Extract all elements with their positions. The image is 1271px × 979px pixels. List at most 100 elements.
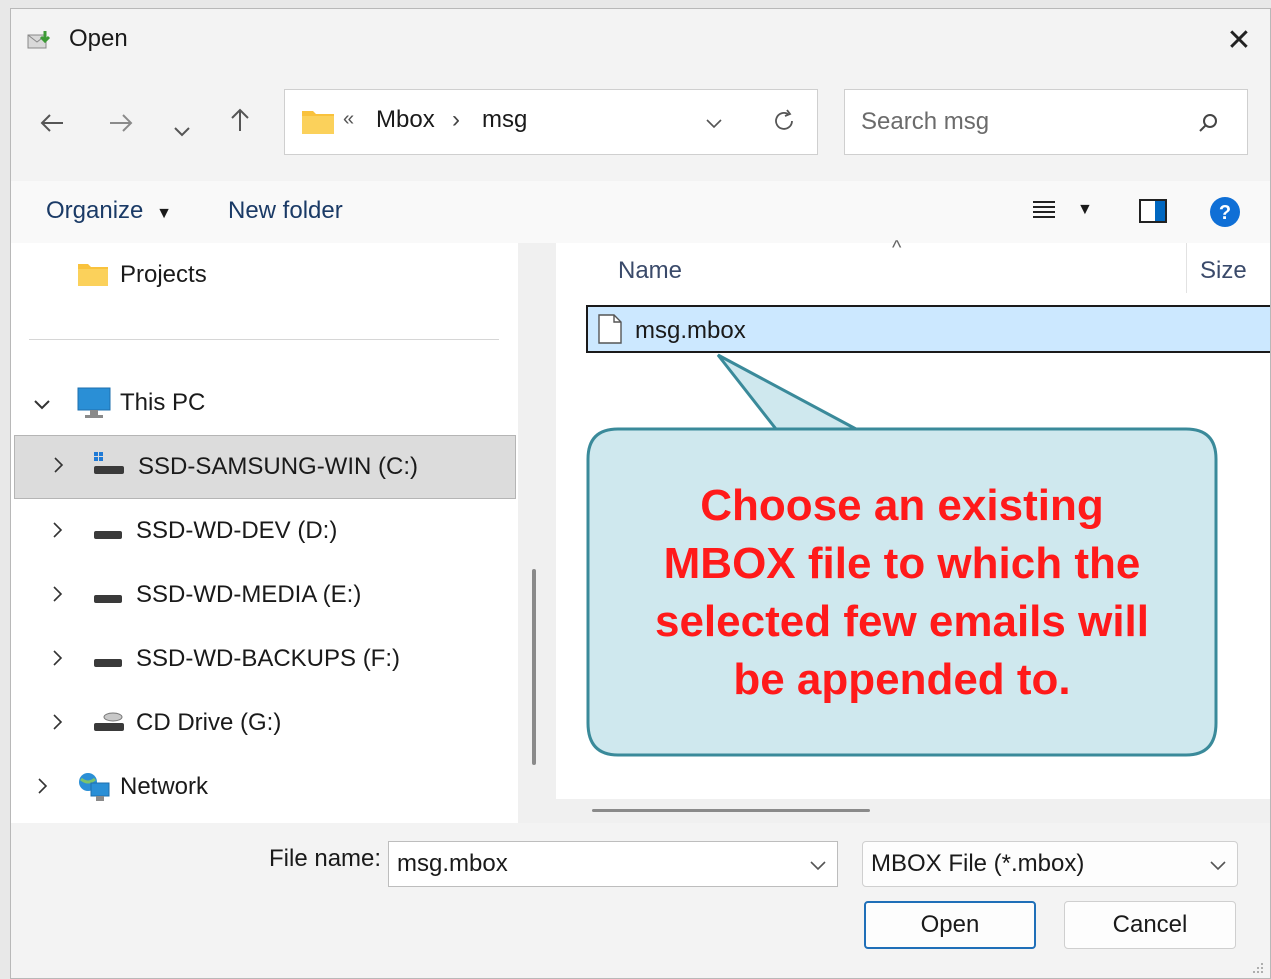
address-history-button[interactable] (705, 116, 723, 135)
chevron-down-icon[interactable] (809, 858, 827, 872)
horizontal-scrollbar[interactable] (592, 809, 870, 812)
dialog-footer: File name: msg.mbox MBOX File (*.mbox) O… (11, 823, 1270, 978)
help-button[interactable]: ? (1209, 196, 1241, 233)
sidebar-item-drive-e[interactable]: SSD-WD-MEDIA (E:) (11, 563, 518, 627)
organize-button[interactable]: Organize ▼ (46, 197, 172, 225)
sidebar-item-projects[interactable]: Projects (11, 243, 518, 307)
cancel-button-label: Cancel (1112, 911, 1188, 938)
mail-download-icon (27, 31, 51, 49)
breadcrumb-msg[interactable]: msg (482, 106, 527, 134)
callout-line-4: be appended to. (733, 655, 1070, 704)
expanded-chevron-icon[interactable] (33, 391, 51, 417)
folder-icon (78, 264, 108, 286)
sidebar-item-drive-c[interactable]: SSD-SAMSUNG-WIN (C:) (14, 435, 516, 499)
cancel-button[interactable]: Cancel (1064, 901, 1236, 949)
close-button[interactable]: ✕ (1208, 9, 1270, 71)
search-input[interactable]: Search msg (861, 108, 989, 136)
search-box[interactable]: Search msg (844, 89, 1248, 155)
window-title: Open (69, 25, 128, 52)
collapsed-chevron-icon[interactable] (50, 519, 64, 545)
sidebar-item-this-pc[interactable]: This PC (11, 371, 518, 435)
file-name: msg.mbox (635, 317, 746, 344)
back-button[interactable] (39, 109, 65, 141)
computer-icon (77, 387, 111, 418)
chevron-down-icon (1210, 861, 1226, 871)
recent-locations-button[interactable] (173, 113, 191, 145)
drive-icon (94, 659, 122, 667)
sidebar-item-label: SSD-SAMSUNG-WIN (C:) (138, 453, 418, 480)
callout-annotation: Choose an existing MBOX file to which th… (586, 353, 1218, 757)
address-bar[interactable]: « Mbox › msg (284, 89, 818, 155)
sidebar-item-label: CD Drive (G:) (136, 709, 282, 736)
divider (29, 339, 499, 340)
forward-button[interactable] (108, 109, 134, 141)
column-name[interactable]: Name (618, 257, 682, 285)
file-icon (598, 314, 622, 344)
sidebar-item-network[interactable]: Network (11, 755, 518, 819)
arrow-up-icon (231, 108, 249, 131)
sidebar-item-label: SSD-WD-MEDIA (E:) (136, 581, 362, 608)
collapsed-chevron-icon[interactable] (50, 583, 64, 609)
search-icon (1199, 114, 1217, 132)
collapsed-chevron-icon[interactable] (51, 454, 65, 480)
sidebar-item-label: SSD-WD-DEV (D:) (136, 517, 338, 544)
breadcrumb-separator: › (452, 106, 460, 133)
organize-label: Organize (46, 197, 144, 224)
refresh-button[interactable] (771, 108, 797, 139)
drive-icon (94, 531, 122, 539)
chevron-down-icon (706, 119, 722, 129)
view-dropdown-icon[interactable]: ▼ (1077, 201, 1093, 219)
pane-splitter[interactable] (518, 243, 556, 823)
navigation-pane: Projects This PC SSD-SAMSUNG-WIN (C:) SS… (11, 243, 518, 823)
column-divider[interactable] (1186, 243, 1187, 293)
sort-ascending-icon: ^ (892, 237, 902, 259)
sidebar-item-label: Network (120, 773, 209, 800)
svg-text:?: ? (1219, 202, 1231, 224)
view-options-button[interactable] (1031, 197, 1057, 226)
horizontal-scrollbar-track (556, 799, 1270, 823)
open-button-label: Open (920, 911, 980, 938)
drive-icon (94, 595, 122, 603)
preview-pane-icon (1139, 199, 1167, 223)
command-toolbar: Organize ▼ New folder ▼ ? (11, 181, 1270, 243)
open-button[interactable]: Open (864, 901, 1036, 949)
sidebar-item-label: This PC (120, 389, 206, 416)
collapsed-chevron-icon[interactable] (35, 775, 49, 801)
arrow-left-icon (40, 114, 63, 132)
file-type-select[interactable]: MBOX File (*.mbox) (862, 841, 1238, 887)
sidebar-item-label: Projects (120, 261, 207, 288)
address-overflow[interactable]: « (343, 108, 354, 131)
breadcrumb-mbox[interactable]: Mbox (376, 106, 435, 134)
new-folder-button[interactable]: New folder (228, 197, 343, 225)
folder-icon (302, 111, 334, 134)
help-icon: ? (1210, 197, 1240, 227)
file-type-value: MBOX File (*.mbox) (871, 850, 1085, 877)
list-view-icon (1033, 201, 1055, 218)
refresh-icon (775, 109, 793, 130)
column-size[interactable]: Size (1200, 257, 1247, 285)
windows-drive-icon (94, 452, 124, 474)
column-header: Name ^ Size (556, 237, 1270, 299)
file-name-input[interactable]: msg.mbox (388, 841, 838, 887)
cd-drive-icon (94, 712, 124, 731)
collapsed-chevron-icon[interactable] (50, 711, 64, 737)
vertical-scrollbar[interactable] (532, 569, 536, 765)
file-name-label: File name: (269, 845, 382, 872)
callout-line-2: MBOX file to which the (664, 539, 1141, 588)
up-button[interactable] (229, 107, 251, 140)
caret-down-icon: ▼ (156, 205, 172, 222)
file-name-value[interactable]: msg.mbox (397, 850, 508, 878)
preview-pane-button[interactable] (1139, 198, 1167, 229)
collapsed-chevron-icon[interactable] (50, 647, 64, 673)
sidebar-item-drive-d[interactable]: SSD-WD-DEV (D:) (11, 499, 518, 563)
sidebar-item-label: SSD-WD-BACKUPS (F:) (136, 645, 400, 672)
close-icon: ✕ (1226, 23, 1252, 57)
sidebar-item-drive-g[interactable]: CD Drive (G:) (11, 691, 518, 755)
resize-grip-icon[interactable] (1250, 960, 1264, 974)
callout-line-1: Choose an existing (700, 481, 1103, 530)
file-list-pane: Name ^ Size msg.mbox Choose an existing … (556, 237, 1270, 823)
network-icon (79, 773, 110, 801)
callout-line-3: selected few emails will (655, 597, 1149, 646)
title-bar: Open ✕ (11, 9, 1270, 71)
sidebar-item-drive-f[interactable]: SSD-WD-BACKUPS (F:) (11, 627, 518, 691)
